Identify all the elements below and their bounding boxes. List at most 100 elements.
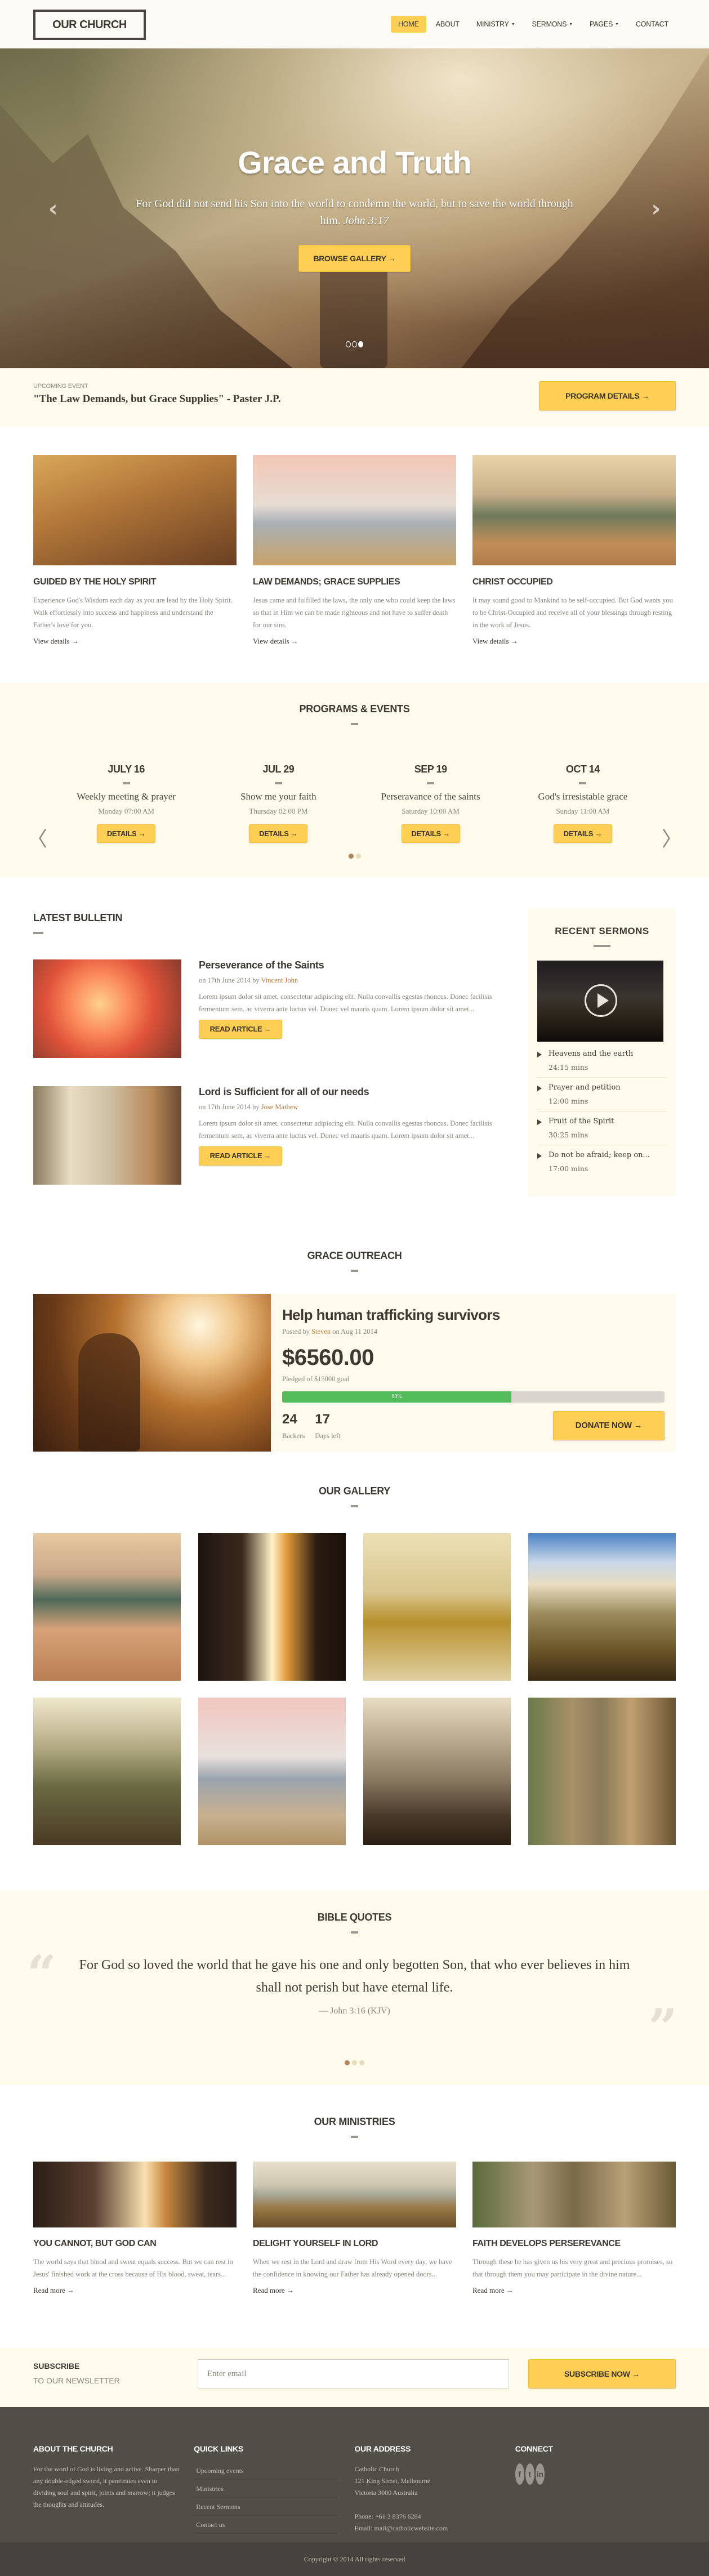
subscribe-now-button[interactable]: SUBSCRIBE NOW → — [528, 2359, 676, 2389]
nav-ministry[interactable]: MINISTRY ▼ — [469, 16, 523, 33]
address-line: Victoria 3000 Australia — [354, 2489, 418, 2497]
browse-gallery-button[interactable]: BROWSE GALLERY → — [298, 245, 411, 272]
footer-link-recent-sermons[interactable]: Recent Sermons — [194, 2498, 342, 2516]
divider — [427, 782, 435, 784]
email[interactable]: Email: mail@catholicwebsite.com — [355, 2523, 515, 2534]
feature-text: Jesus came and fulfilled the laws, the o… — [253, 596, 456, 629]
linkedin-icon[interactable]: in — [535, 2463, 545, 2485]
campaign-image — [33, 1294, 271, 1452]
gallery-image-bicycle-street[interactable] — [363, 1698, 511, 1845]
gallery-image-sunlit-street[interactable] — [198, 1533, 346, 1681]
copyright: Copyright © 2014 All rights reserved — [0, 2542, 709, 2576]
read-article-button[interactable]: READ ARTICLE → — [199, 1146, 282, 1166]
sermon-item[interactable]: Heavens and the earth 24:15 mins — [537, 1044, 667, 1078]
slide-dot-3-active[interactable] — [358, 341, 363, 347]
campaign-author-link[interactable]: Steven — [311, 1328, 331, 1336]
slide-dot-1[interactable] — [346, 341, 351, 347]
chevron-left-icon[interactable]: ‹ — [48, 196, 57, 222]
outreach-heading: GRACE OUTREACH — [0, 1250, 709, 1272]
hero-verse-reference: John 3:17 — [343, 215, 389, 227]
sermon-list: Heavens and the earth 24:15 mins Prayer a… — [537, 1044, 667, 1178]
nav-about[interactable]: ABOUT — [429, 16, 467, 33]
event-details-button[interactable]: DETAILS → — [553, 824, 612, 843]
program-details-button[interactable]: PROGRAM DETAILS → — [539, 381, 676, 410]
upcoming-event-bar: UPCOMING EVENT "The Law Demands, but Gra… — [0, 368, 709, 427]
logo[interactable]: OUR CHURCH — [33, 10, 146, 40]
page-dot-1-active[interactable] — [345, 2060, 350, 2065]
feature-image-man-at-sea — [472, 455, 676, 565]
view-details-link[interactable]: View details → — [253, 637, 298, 646]
feature-text: Experience God's Wisdom each day as you … — [33, 596, 233, 629]
subscribe-heading: SUBSCRIBE — [33, 2361, 80, 2370]
bible-quotes: BIBLE QUOTES “ ” For God so loved the wo… — [0, 1891, 709, 2085]
gallery-image-man-on-beach[interactable] — [33, 1533, 181, 1681]
donate-now-button[interactable]: DONATE NOW → — [553, 1411, 665, 1440]
view-details-link[interactable]: View details → — [472, 637, 518, 646]
play-triangle-icon — [537, 1052, 542, 1057]
footer-heading: QUICK LINKS — [194, 2444, 243, 2453]
sermon-video[interactable] — [537, 961, 663, 1042]
section-title: LATEST BULLETIN — [33, 912, 123, 923]
sermon-item[interactable]: Do not be afraid; keep on... 17:00 mins — [537, 1145, 667, 1178]
event-item: JUL 29 Show me your faith Thursday 02:00… — [205, 764, 351, 843]
latest-bulletin: LATEST BULLETIN Perseverance of the Sain… — [33, 912, 506, 1185]
footer-link-upcoming-events[interactable]: Upcoming events — [194, 2462, 342, 2480]
page-dot-2[interactable] — [355, 854, 361, 859]
nav-pages[interactable]: PAGES ▼ — [582, 16, 626, 33]
gallery-image-hiker-mountains[interactable] — [33, 1698, 181, 1845]
email-input[interactable] — [198, 2359, 509, 2389]
ministry-text: Through these he has given us his very g… — [472, 2258, 673, 2278]
page-dot-2[interactable] — [352, 2060, 357, 2065]
event-name: Perseravance of the saints — [381, 791, 480, 802]
chevron-right-icon[interactable]: › — [652, 196, 661, 222]
feature-text: It may sound good to Mankind to be self-… — [472, 596, 673, 629]
gallery-image-rock-formations[interactable] — [528, 1698, 676, 1845]
article-excerpt: Lorem ipsum dolor sit amet, consectetur … — [199, 1119, 492, 1140]
title-divider — [351, 1931, 358, 1934]
nav-contact[interactable]: CONTACT — [628, 16, 676, 33]
footer-link-contact-us[interactable]: Contact us — [194, 2516, 342, 2534]
ministry-card: FAITH DEVELOPS PERSEREVANCE Through thes… — [472, 2162, 676, 2295]
article-meta: on 17th June 2014 by Vincent John — [199, 976, 497, 985]
view-details-link[interactable]: View details → — [33, 637, 79, 646]
days-left-count: 17 — [315, 1412, 330, 1427]
features: GUIDED BY THE HOLY SPIRIT Experience God… — [33, 455, 676, 646]
page-dot-3[interactable] — [359, 2060, 364, 2065]
read-article-button[interactable]: READ ARTICLE → — [199, 1020, 282, 1039]
gallery-image-couple-bench[interactable] — [363, 1533, 511, 1681]
article-author-link[interactable]: Jose Mathew — [261, 1103, 298, 1111]
nav-sermons[interactable]: SERMONS ▼ — [524, 16, 580, 33]
read-more-link[interactable]: Read more → — [253, 2286, 294, 2295]
event-item: JULY 16 Weekly meeting & prayer Monday 0… — [53, 764, 199, 843]
sermon-item[interactable]: Fruit of the Spirit 30:25 mins — [537, 1111, 667, 1145]
read-more-link[interactable]: Read more → — [33, 2286, 74, 2295]
gallery-image-swing-lake[interactable] — [528, 1533, 676, 1681]
ministry-image-rocks — [472, 2162, 676, 2227]
ministry-image-city-sunset — [33, 2162, 237, 2227]
event-details-button[interactable]: DETAILS → — [97, 824, 156, 843]
gallery-image-lifeguard-beach[interactable] — [198, 1698, 346, 1845]
main-nav: HOME ABOUT MINISTRY ▼ SERMONS ▼ PAGES ▼ CON… — [389, 16, 676, 33]
article-author-link[interactable]: Vincent John — [261, 976, 298, 984]
play-icon[interactable] — [585, 984, 617, 1017]
hero-title: Grace and Truth — [238, 145, 471, 180]
nav-home-label: HOME — [398, 20, 419, 28]
twitter-icon[interactable]: t — [525, 2463, 534, 2485]
slide-dot-2[interactable] — [352, 341, 357, 347]
article-title[interactable]: Lord is Sufficient for all of our needs — [199, 1086, 497, 1098]
event-details-button[interactable]: DETAILS → — [249, 824, 308, 843]
article-item: Perseverance of the Saints on 17th June … — [33, 959, 497, 1058]
footer-link-ministries[interactable]: Ministries — [194, 2480, 342, 2498]
sermon-item[interactable]: Prayer and petition 12:00 mins — [537, 1078, 667, 1111]
page-dot-1-active[interactable] — [348, 854, 354, 859]
read-more-link[interactable]: Read more → — [472, 2286, 514, 2295]
event-date: JULY 16 — [108, 764, 145, 775]
facebook-icon[interactable]: f — [515, 2463, 524, 2485]
nav-contact-label: CONTACT — [635, 20, 668, 28]
nav-home[interactable]: HOME — [391, 16, 426, 33]
title-divider — [594, 945, 610, 947]
section-title: BIBLE QUOTES — [317, 1912, 392, 1923]
event-details-button[interactable]: DETAILS → — [401, 824, 460, 843]
article-title[interactable]: Perseverance of the Saints — [199, 959, 497, 971]
pledged-amount: $6560.00 — [282, 1345, 374, 1370]
